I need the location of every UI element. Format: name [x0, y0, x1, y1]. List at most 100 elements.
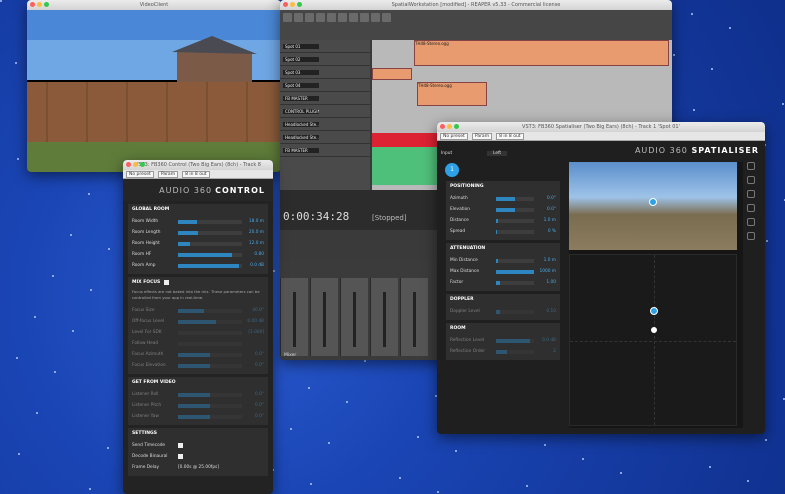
- param-row[interactable]: Room Width 18.0 m: [132, 216, 264, 227]
- close-icon[interactable]: [126, 162, 131, 167]
- track-row[interactable]: Spot 02: [280, 53, 370, 66]
- param-slider[interactable]: [178, 352, 242, 357]
- fb360-control-window[interactable]: VST3: FB360 Control (Two Big Ears) (8ch)…: [123, 160, 273, 494]
- close-icon[interactable]: [283, 2, 288, 7]
- param-slider[interactable]: [178, 308, 242, 313]
- top-down-view[interactable]: [569, 254, 737, 426]
- param-row[interactable]: Factor 1.00: [450, 277, 556, 288]
- reaper-titlebar[interactable]: SpatialWorkstation [modified] - REAPER v…: [280, 0, 672, 10]
- param-row[interactable]: Max Distance 1000 m: [450, 266, 556, 277]
- param-slider[interactable]: [496, 196, 534, 201]
- minimize-icon[interactable]: [447, 124, 452, 129]
- video-client-window[interactable]: VideoClient: [27, 0, 281, 172]
- volume-fader[interactable]: [413, 292, 416, 347]
- toolbar-button[interactable]: [294, 13, 303, 22]
- close-icon[interactable]: [440, 124, 445, 129]
- param-button[interactable]: Param: [471, 132, 493, 140]
- param-slider[interactable]: [178, 403, 242, 408]
- track-row[interactable]: FB MASTER: [280, 144, 370, 157]
- param-slider[interactable]: [496, 338, 534, 343]
- param-slider[interactable]: [178, 341, 242, 346]
- send-timecode-row[interactable]: Send Timecode: [132, 440, 264, 451]
- zoom-icon[interactable]: [44, 2, 49, 7]
- toolbar-button[interactable]: [371, 13, 380, 22]
- window-controls[interactable]: [440, 124, 459, 129]
- param-row[interactable]: Doppler Level 0.10: [450, 306, 556, 317]
- track-row[interactable]: Headlocked Ste...: [280, 118, 370, 131]
- zoom-icon[interactable]: [454, 124, 459, 129]
- preset-select[interactable]: No preset: [440, 132, 468, 140]
- param-row[interactable]: Room HF 0.80: [132, 249, 264, 260]
- param-slider[interactable]: [496, 207, 534, 212]
- param-slider[interactable]: [496, 269, 534, 274]
- mixer-strip[interactable]: [310, 278, 338, 356]
- param-row[interactable]: Focus Azimuth 0.0°: [132, 349, 264, 360]
- param-row[interactable]: Reflection Order 2: [450, 346, 556, 357]
- toolbar-button[interactable]: [316, 13, 325, 22]
- param-row[interactable]: Listener Roll 0.0°: [132, 389, 264, 400]
- close-icon[interactable]: [30, 2, 35, 7]
- param-row[interactable]: Distance 1.0 m: [450, 215, 556, 226]
- param-slider[interactable]: [178, 330, 242, 335]
- param-row[interactable]: Azimuth 0.0°: [450, 193, 556, 204]
- param-slider[interactable]: [178, 219, 242, 224]
- param-row[interactable]: Focus Size 40.0°: [132, 305, 264, 316]
- volume-fader[interactable]: [383, 292, 386, 347]
- toggle[interactable]: [178, 443, 183, 448]
- param-slider[interactable]: [496, 218, 534, 223]
- track-row[interactable]: Spot 01: [280, 40, 370, 53]
- param-row[interactable]: Reflection Level 0.0 dB: [450, 335, 556, 346]
- param-slider[interactable]: [496, 349, 534, 354]
- minimize-icon[interactable]: [133, 162, 138, 167]
- mixer-strip[interactable]: [280, 278, 308, 356]
- param-slider[interactable]: [178, 392, 242, 397]
- zoom-icon[interactable]: [140, 162, 145, 167]
- input-select[interactable]: Left: [487, 151, 508, 156]
- toolbar-button[interactable]: [305, 13, 314, 22]
- mix-focus-checkbox[interactable]: [164, 280, 170, 285]
- spatialiser-titlebar[interactable]: VST3: FB360 Spatialiser (Two Big Ears) (…: [437, 122, 765, 132]
- track-row[interactable]: Spot 03: [280, 66, 370, 79]
- 360-video-preview[interactable]: [569, 162, 737, 250]
- mixer-strip[interactable]: [400, 278, 428, 356]
- zoom-icon[interactable]: [297, 2, 302, 7]
- toolbar-button[interactable]: [283, 13, 292, 22]
- param-slider[interactable]: [496, 229, 534, 234]
- param-slider[interactable]: [178, 319, 242, 324]
- track-row[interactable]: CONTROL PLUGIN: [280, 105, 370, 118]
- param-row[interactable]: Focus Elevation 0.0°: [132, 360, 264, 371]
- audio-clip[interactable]: TH48-Stereo.ogg: [417, 82, 487, 106]
- param-slider[interactable]: [178, 363, 242, 368]
- toolbar-button[interactable]: [349, 13, 358, 22]
- param-slider[interactable]: [178, 263, 242, 268]
- param-button[interactable]: Param: [157, 170, 179, 178]
- frame-delay-row[interactable]: Frame Delay [0.00s @ 25.00fps]: [132, 462, 264, 473]
- mixer-tab[interactable]: Mixer: [284, 353, 296, 358]
- param-slider[interactable]: [178, 414, 242, 419]
- fb360-spatialiser-window[interactable]: VST3: FB360 Spatialiser (Two Big Ears) (…: [437, 122, 765, 434]
- toolbar-button[interactable]: [382, 13, 391, 22]
- source-badge[interactable]: 1: [445, 163, 459, 177]
- audio-clip[interactable]: [372, 68, 412, 80]
- track-row[interactable]: Spot 04: [280, 79, 370, 92]
- param-slider[interactable]: [496, 258, 534, 263]
- input-row[interactable]: Input Left: [441, 148, 565, 159]
- param-row[interactable]: Elevation 0.0°: [450, 204, 556, 215]
- video-titlebar[interactable]: VideoClient: [27, 0, 281, 10]
- io-button[interactable]: 8 in 8 out: [182, 170, 210, 178]
- audio-clip[interactable]: TH48-Stereo.ogg: [414, 40, 669, 66]
- toolbar-button[interactable]: [327, 13, 336, 22]
- param-row[interactable]: Level For SDK [1.000]: [132, 327, 264, 338]
- track-row[interactable]: Headlocked Ste...: [280, 131, 370, 144]
- source-marker[interactable]: [649, 198, 657, 206]
- window-controls[interactable]: [30, 2, 49, 7]
- zoom-in-icon[interactable]: [747, 204, 755, 212]
- contrast-icon[interactable]: [747, 176, 755, 184]
- param-slider[interactable]: [178, 230, 242, 235]
- param-row[interactable]: Follow Head: [132, 338, 264, 349]
- zoom-out-icon[interactable]: [747, 218, 755, 226]
- track-row[interactable]: FB MASTER: [280, 92, 370, 105]
- param-row[interactable]: Listener Yaw 0.0°: [132, 411, 264, 422]
- fullscreen-icon[interactable]: [747, 162, 755, 170]
- source-marker[interactable]: [650, 307, 658, 315]
